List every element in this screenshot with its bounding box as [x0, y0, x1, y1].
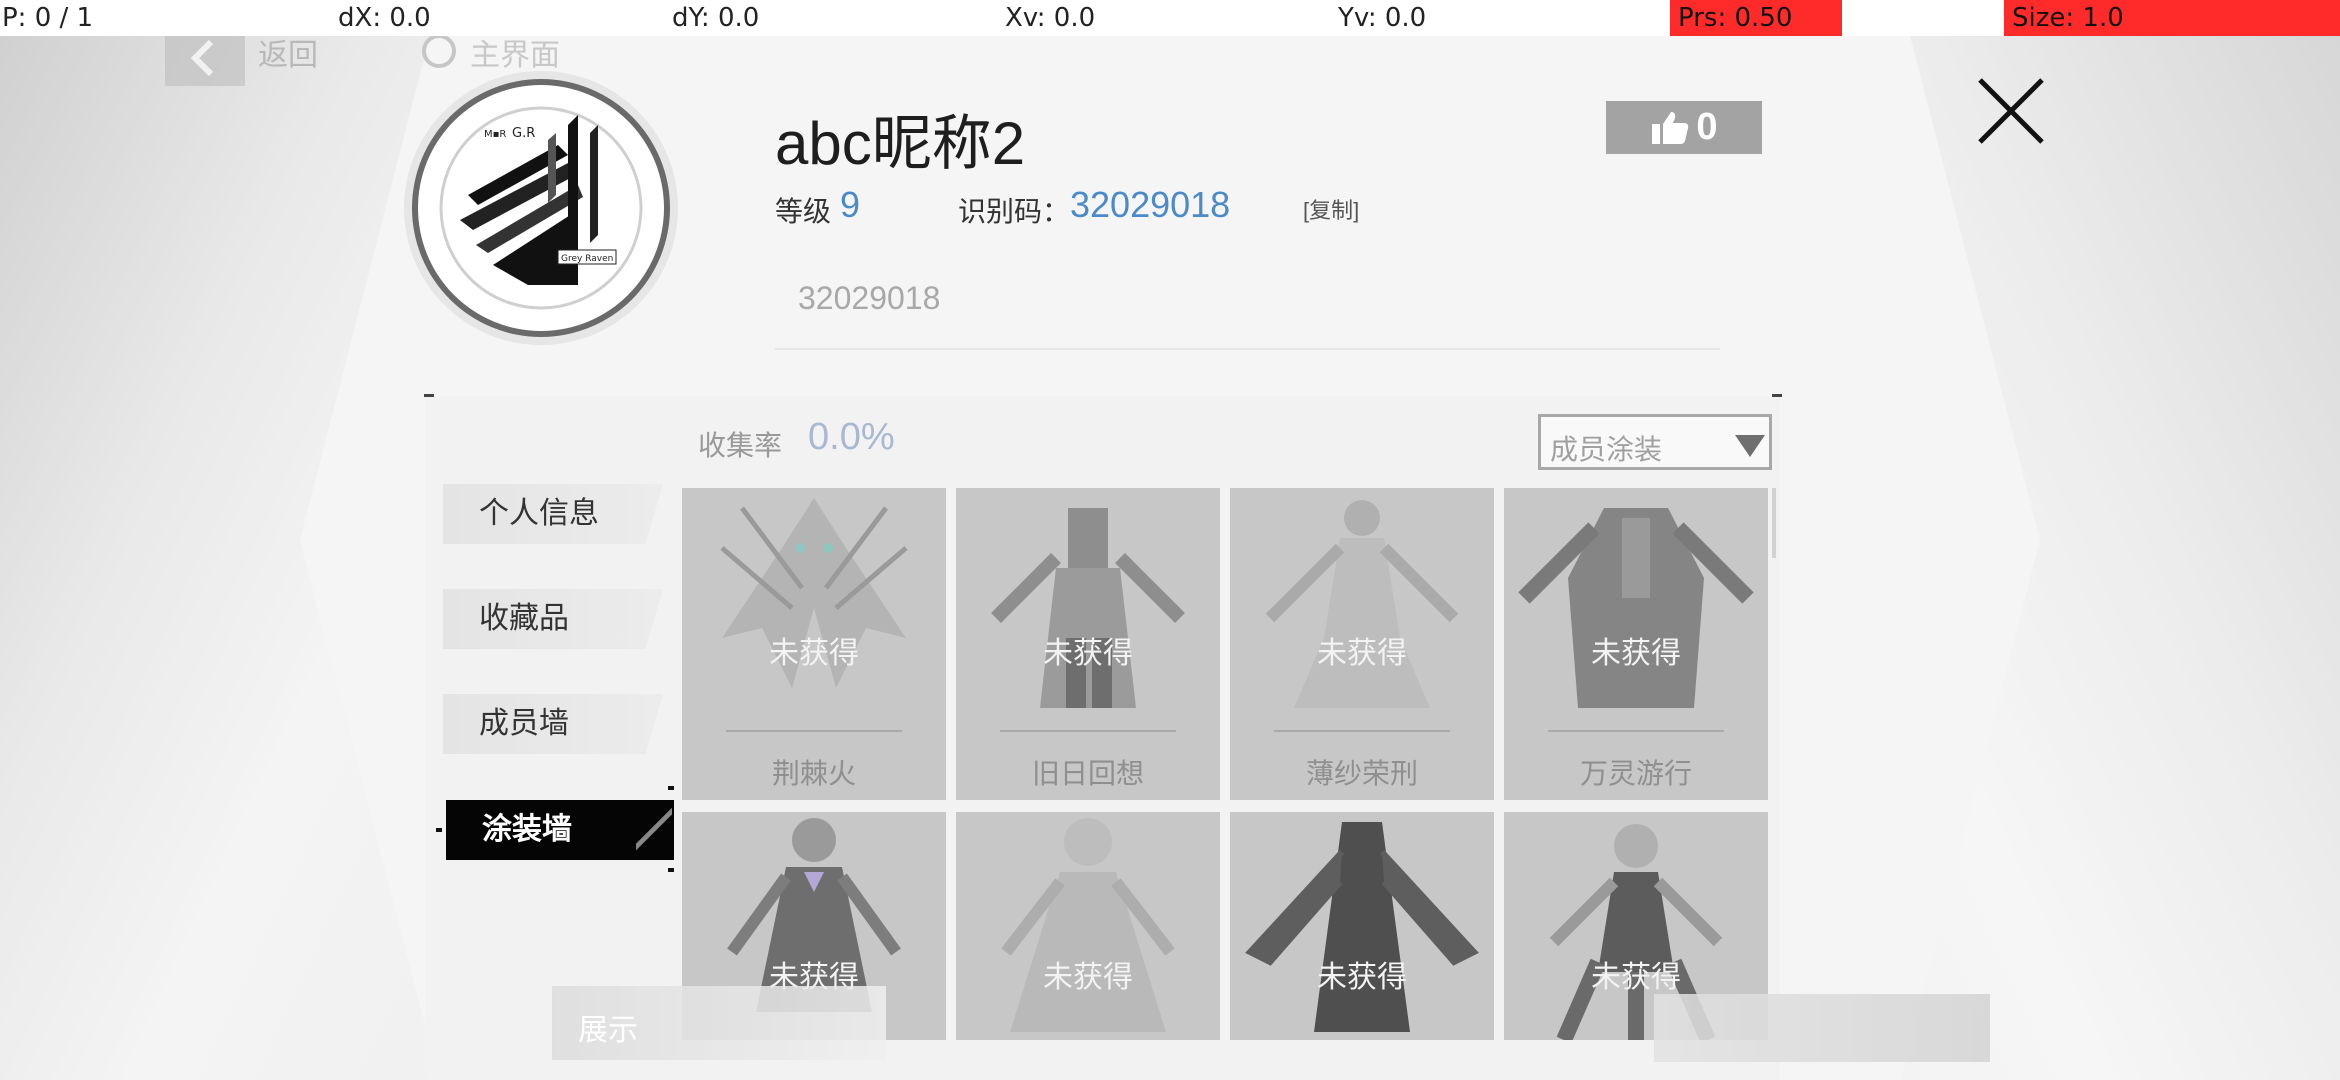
bottom-right-button[interactable]	[1654, 994, 1990, 1062]
skin-figure-icon	[1265, 500, 1459, 708]
thumbs-up-icon	[1652, 111, 1689, 144]
skin-card[interactable]: 未获得 薄纱荣刑	[1230, 488, 1494, 800]
sidebar-item-label: 收藏品	[479, 602, 569, 635]
sidebar-item-label: 成员墙	[479, 707, 569, 740]
svg-text:M▪R: M▪R	[484, 129, 506, 140]
tab-marker-dot	[668, 786, 674, 790]
debug-xv: Xv: 0.0	[1005, 3, 1096, 33]
header-divider	[775, 348, 1720, 350]
collection-rate-label: 收集率	[698, 430, 783, 461]
card-status: 未获得	[1317, 961, 1407, 994]
back-label: 返回	[258, 39, 318, 72]
tab-marker-dot	[436, 828, 442, 832]
debug-size: Size: 1.0	[2004, 0, 2340, 36]
skin-figure-icon	[1518, 508, 1754, 708]
sidebar-item-label: 涂装墙	[482, 813, 572, 846]
sidebar-item-member-wall[interactable]: 成员墙	[443, 694, 663, 754]
id-value: 32029018	[1070, 184, 1231, 225]
home-label: 主界面	[470, 39, 560, 72]
active-tab-slash	[636, 800, 672, 860]
panel-corner-mark	[424, 394, 434, 397]
card-name: 旧日回想	[1031, 758, 1144, 789]
skin-card[interactable]: 未获得 旧日回想	[956, 488, 1220, 800]
debug-dy: dY: 0.0	[672, 3, 760, 33]
like-button[interactable]: 0	[1606, 101, 1762, 154]
skin-card[interactable]: 未获得 荆棘火	[682, 488, 946, 800]
card-status: 未获得	[1591, 961, 1681, 994]
collection-rate-value: 0.0%	[808, 416, 895, 458]
tab-marker-dot	[668, 868, 674, 872]
player-nickname: abc昵称2	[775, 110, 1026, 177]
level-value: 9	[840, 184, 861, 225]
card-name: 薄纱荣刑	[1305, 758, 1418, 789]
back-button[interactable]	[165, 30, 245, 86]
svg-text:G.R: G.R	[512, 126, 535, 141]
skin-figure-icon	[720, 498, 908, 688]
sidebar-item-label: 个人信息	[479, 497, 599, 530]
copy-id-button[interactable]: [复制]	[1303, 193, 1359, 225]
dropdown-selected-value: 成员涂装	[1550, 434, 1663, 465]
chevron-left-icon	[190, 39, 214, 77]
signature-text: 32029018	[798, 280, 941, 316]
skin-card[interactable]: 未获得 万灵游行	[1504, 488, 1768, 800]
card-status: 未获得	[1043, 637, 1133, 670]
id-label: 识别码：	[958, 196, 1071, 227]
debug-overlay-bar: P: 0 / 1 dX: 0.0 dY: 0.0 Xv: 0.0 Yv: 0.0…	[0, 0, 2340, 36]
card-status: 未获得	[769, 637, 859, 670]
card-status: 未获得	[1317, 637, 1407, 670]
card-divider	[1548, 730, 1724, 732]
skin-figure-icon	[991, 508, 1185, 708]
sidebar-item-personal-info[interactable]: 个人信息	[443, 484, 663, 544]
triangle-down-icon	[1735, 435, 1765, 457]
card-name: 荆棘火	[771, 758, 856, 789]
sidebar-item-collectibles[interactable]: 收藏品	[443, 589, 663, 649]
debug-pointer-count: P: 0 / 1	[2, 3, 94, 33]
close-button[interactable]	[1970, 70, 2052, 152]
card-divider	[1274, 730, 1450, 732]
card-divider	[1000, 730, 1176, 732]
home-icon[interactable]	[422, 34, 456, 68]
level-label: 等级	[775, 196, 832, 227]
card-grid-scrollbar[interactable]	[1772, 488, 1776, 558]
debug-dx: dX: 0.0	[338, 3, 431, 33]
panel-corner-mark	[1772, 394, 1782, 397]
skin-figure-icon	[1245, 822, 1479, 1032]
card-divider	[726, 730, 902, 732]
card-name: 万灵游行	[1579, 758, 1692, 789]
avatar-emblem-icon: M▪R G.R Grey Raven	[439, 106, 643, 310]
showcase-button-label: 展示	[578, 1014, 638, 1047]
card-status: 未获得	[1043, 961, 1133, 994]
svg-text:Grey Raven: Grey Raven	[561, 254, 613, 264]
debug-yv: Yv: 0.0	[1338, 3, 1427, 33]
close-icon	[1978, 78, 2044, 144]
skin-card[interactable]: 未获得	[1230, 812, 1494, 1040]
avatar[interactable]: M▪R G.R Grey Raven	[418, 85, 664, 331]
card-status: 未获得	[1591, 637, 1681, 670]
skin-card[interactable]: 未获得	[956, 812, 1220, 1040]
skin-figure-icon	[1001, 818, 1175, 1032]
debug-pressure: Prs: 0.50	[1670, 0, 1842, 36]
like-count: 0	[1696, 106, 1718, 148]
